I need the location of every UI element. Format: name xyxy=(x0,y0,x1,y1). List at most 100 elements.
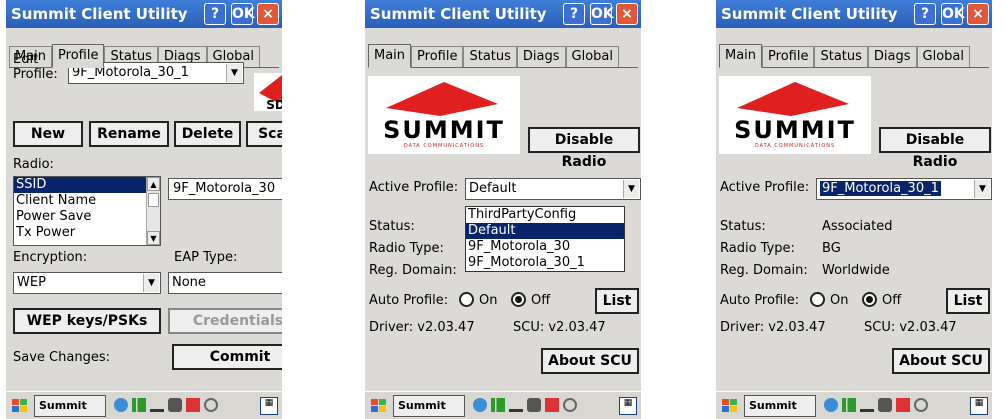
help-button[interactable]: ? xyxy=(204,3,226,25)
tab-global[interactable]: Global xyxy=(916,46,971,68)
bluetooth-icon[interactable] xyxy=(545,398,559,412)
usb-icon[interactable] xyxy=(509,398,523,412)
volume-icon[interactable] xyxy=(914,398,928,412)
tab-status[interactable]: Status xyxy=(814,46,868,68)
dropdown-option[interactable]: 9F_Motorola_30 xyxy=(466,239,624,255)
tab-global[interactable]: Global xyxy=(565,46,620,68)
about-scu-button[interactable]: About SCU xyxy=(541,348,639,374)
security-icon[interactable] xyxy=(527,398,541,412)
driver-version: Driver: v2.03.47 xyxy=(369,320,475,335)
scroll-thumb[interactable] xyxy=(148,193,159,207)
tab-profile[interactable]: Profile xyxy=(762,46,815,68)
dropdown-option[interactable]: ThirdPartyConfig xyxy=(466,207,624,223)
network-icon[interactable] xyxy=(824,398,838,412)
dropdown-option[interactable]: 9F_Motorola_30_1 xyxy=(466,255,624,271)
tab-main[interactable]: Main xyxy=(719,44,763,68)
ok-button[interactable]: OK xyxy=(590,3,614,25)
disable-radio-button[interactable]: Disable Radio xyxy=(879,127,991,170)
taskbar-app-button[interactable]: Summit ... xyxy=(34,395,106,419)
windows-start-icon[interactable] xyxy=(10,396,30,416)
keyboard-icon[interactable]: ▦ xyxy=(970,397,988,415)
delete-button[interactable]: Delete xyxy=(174,121,241,147)
list-item[interactable]: Client Name xyxy=(14,193,160,209)
active-profile-dropdown[interactable]: ThirdPartyConfig Default 9F_Motorola_30 … xyxy=(465,206,625,272)
help-button[interactable]: ? xyxy=(563,3,585,25)
list-button[interactable]: List xyxy=(946,288,990,314)
system-tray xyxy=(824,398,928,412)
rename-button[interactable]: Rename xyxy=(89,121,169,147)
keyboard-icon[interactable]: ▦ xyxy=(260,397,278,415)
usb-icon[interactable] xyxy=(860,398,874,412)
form-body: Main Profile Status Diags Global Edit Pr… xyxy=(6,28,282,391)
list-scrollbar[interactable]: ▲ ▼ xyxy=(146,177,160,245)
network-icon[interactable] xyxy=(473,398,487,412)
about-scu-button[interactable]: About SCU xyxy=(892,348,990,374)
tab-strip: Main Profile Status Diags Global xyxy=(368,44,620,68)
title-bar: Summit Client Utility ? OK × xyxy=(365,0,641,28)
wep-keys-button[interactable]: WEP keys/PSKs xyxy=(13,308,161,334)
active-profile-select[interactable]: Default ▼ xyxy=(465,178,641,200)
tab-strip: Main Profile Status Diags Global xyxy=(719,44,971,68)
signal-icon[interactable] xyxy=(842,398,856,412)
windows-start-icon[interactable] xyxy=(720,396,740,416)
auto-profile-off-radio[interactable] xyxy=(862,292,877,307)
auto-profile-on-radio[interactable] xyxy=(459,292,474,307)
ok-button[interactable]: OK xyxy=(941,3,965,25)
keyboard-icon[interactable]: ▦ xyxy=(619,397,637,415)
tab-diags[interactable]: Diags xyxy=(867,46,917,68)
title-bar: Summit Client Utility ? OK × xyxy=(6,0,282,28)
active-profile-label: Active Profile: xyxy=(369,180,459,195)
list-item[interactable]: SSID xyxy=(14,177,160,193)
dropdown-option[interactable]: Default xyxy=(466,223,624,239)
bluetooth-icon[interactable] xyxy=(896,398,910,412)
close-button[interactable]: × xyxy=(257,3,279,25)
signal-icon[interactable] xyxy=(491,398,505,412)
tab-diags[interactable]: Diags xyxy=(516,46,566,68)
close-button[interactable]: × xyxy=(967,3,989,25)
usb-icon[interactable] xyxy=(150,398,164,412)
status-label: Status: xyxy=(720,219,766,234)
ssid-field[interactable]: 9F_Motorola_30 xyxy=(168,178,282,200)
tab-main[interactable]: Main xyxy=(368,44,412,68)
list-item[interactable]: Power Save xyxy=(14,209,160,225)
auto-profile-off-radio[interactable] xyxy=(511,292,526,307)
windows-start-icon[interactable] xyxy=(369,396,389,416)
encryption-select[interactable]: WEP ▼ xyxy=(13,272,161,294)
tab-status[interactable]: Status xyxy=(463,46,517,68)
summit-logo: SUMMIT DATA COMMUNICATIONS xyxy=(368,76,520,154)
auto-profile-on-radio[interactable] xyxy=(810,292,825,307)
scroll-up-icon[interactable]: ▲ xyxy=(147,177,160,191)
radio-settings-list[interactable]: SSID Client Name Power Save Tx Power ▲ ▼ xyxy=(13,176,161,246)
close-button[interactable]: × xyxy=(616,3,638,25)
list-button[interactable]: List xyxy=(595,288,639,314)
commit-button[interactable]: Commit xyxy=(172,344,282,370)
help-button[interactable]: ? xyxy=(914,3,936,25)
list-item[interactable]: Tx Power xyxy=(14,225,160,241)
taskbar-app-button[interactable]: Summit ... xyxy=(744,395,816,419)
tab-profile[interactable]: Profile xyxy=(411,46,464,68)
security-icon[interactable] xyxy=(878,398,892,412)
active-profile-select[interactable]: 9F_Motorola_30_1 ▼ xyxy=(816,178,992,200)
main-screen-final: Summit Client Utility ? OK × Main Profil… xyxy=(716,0,992,419)
eap-type-select[interactable]: None ▼ xyxy=(168,272,282,294)
tab-profile[interactable]: Profile xyxy=(52,44,105,68)
svg-text:SDC: SDC xyxy=(266,98,282,111)
radio-type-value: BG xyxy=(822,241,841,256)
bluetooth-icon[interactable] xyxy=(186,398,200,412)
ok-button[interactable]: OK xyxy=(231,3,255,25)
volume-icon[interactable] xyxy=(204,398,218,412)
volume-icon[interactable] xyxy=(563,398,577,412)
signal-icon[interactable] xyxy=(132,398,146,412)
status-label: Status: xyxy=(369,219,415,234)
summit-logo-word: SUMMIT xyxy=(734,116,856,144)
scan-button[interactable]: Scan xyxy=(246,121,282,147)
network-icon[interactable] xyxy=(114,398,128,412)
scroll-down-icon[interactable]: ▼ xyxy=(147,231,160,245)
auto-profile-off-label: Off xyxy=(882,293,902,308)
new-button[interactable]: New xyxy=(13,121,83,147)
taskbar-app-button[interactable]: Summit ... xyxy=(393,395,465,419)
system-tray xyxy=(114,398,218,412)
security-icon[interactable] xyxy=(168,398,182,412)
active-profile-label: Active Profile: xyxy=(720,180,810,195)
disable-radio-button[interactable]: Disable Radio xyxy=(528,127,640,170)
